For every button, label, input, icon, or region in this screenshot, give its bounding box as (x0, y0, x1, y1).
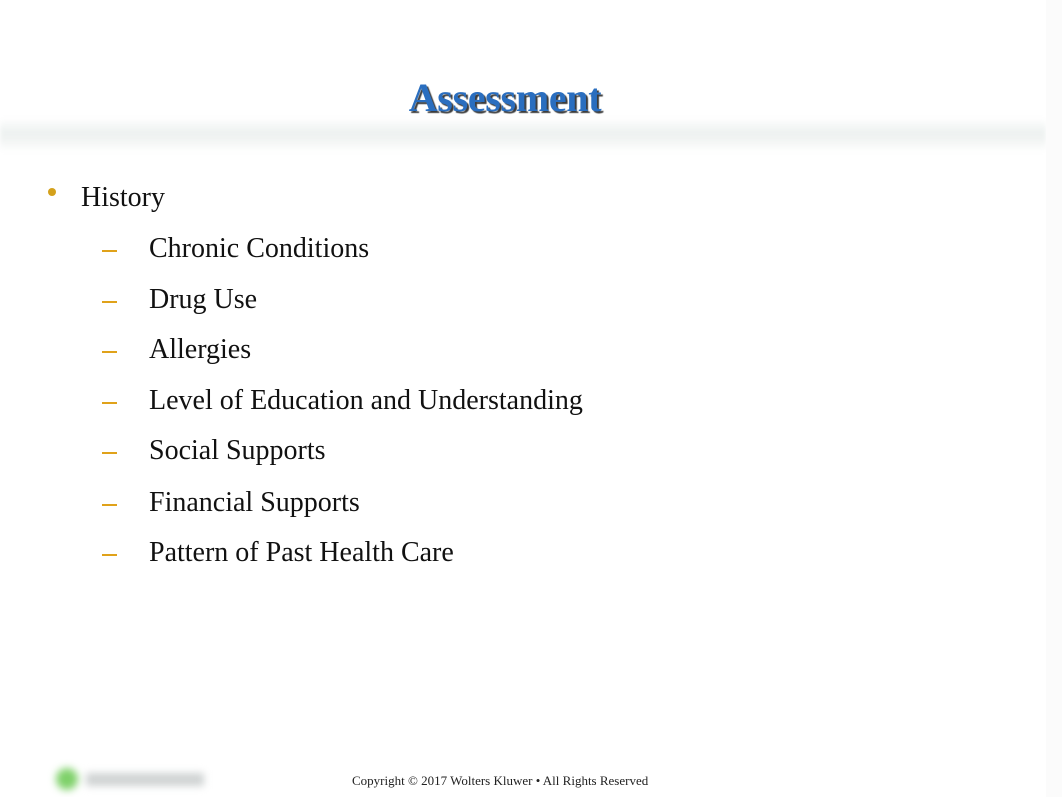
dash-icon (102, 402, 117, 404)
dash-icon (102, 301, 117, 303)
dash-icon (102, 504, 117, 506)
sub-bullet-text: Allergies (149, 334, 252, 365)
wolters-kluwer-logo (52, 764, 212, 794)
dash-icon (102, 351, 117, 353)
bullet-text: History (81, 182, 165, 213)
sub-bullet-text: Chronic Conditions (149, 233, 370, 264)
slide-title: Assessment (408, 75, 602, 120)
logo-wordmark (86, 773, 204, 786)
dash-icon (102, 554, 117, 556)
sub-bullet-text: Drug Use (149, 284, 258, 315)
dash-icon (102, 250, 117, 252)
copyright-footer: Copyright © 2017 Wolters Kluwer • All Ri… (352, 773, 649, 788)
dash-icon (102, 452, 117, 454)
sub-bullet-text: Financial Supports (149, 487, 360, 518)
sub-bullet-text: Level of Education and Understanding (149, 385, 583, 416)
bullet-dot-icon (48, 188, 56, 196)
title-band (0, 118, 1046, 152)
slide: Assessment History Chronic Conditions Dr… (0, 0, 1046, 797)
sub-bullet-text: Social Supports (149, 435, 326, 466)
sub-bullet-text: Pattern of Past Health Care (149, 537, 454, 568)
logo-mark-icon (56, 768, 78, 790)
